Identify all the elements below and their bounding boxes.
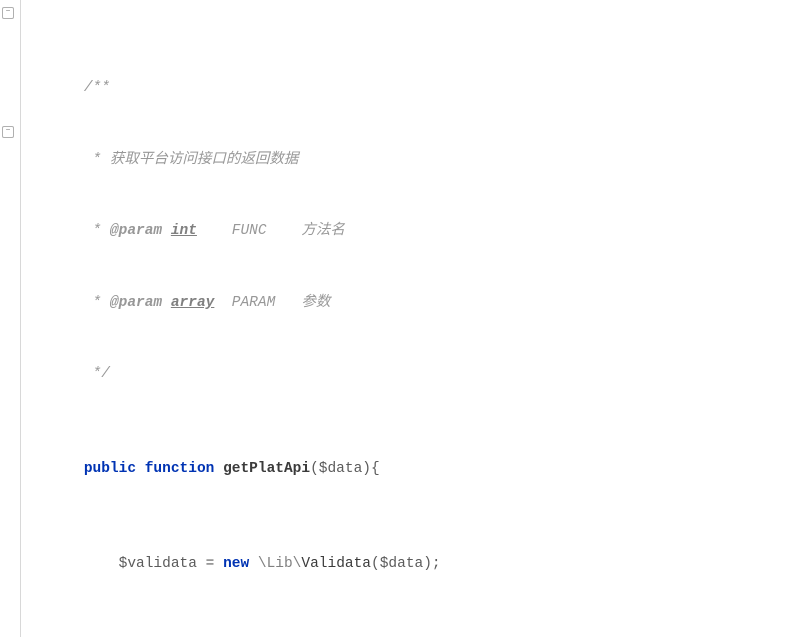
- code-area[interactable]: /** * 获取平台访问接口的返回数据 * @param int FUNC 方法…: [21, 0, 806, 637]
- code-line: * @param int FUNC 方法名: [21, 220, 806, 244]
- fold-icon[interactable]: −: [2, 126, 14, 138]
- code-line: public function getPlatApi($data){: [21, 458, 806, 482]
- fold-icon[interactable]: −: [2, 7, 14, 19]
- code-line: /**: [21, 77, 806, 101]
- gutter: − −: [0, 0, 21, 637]
- code-line: * @param array PARAM 参数: [21, 292, 806, 316]
- code-line: * 获取平台访问接口的返回数据: [21, 149, 806, 173]
- code-line: $validata = new \Lib\Validata($data);: [21, 553, 806, 577]
- code-line: */: [21, 363, 806, 387]
- code-editor[interactable]: − − /** * 获取平台访问接口的返回数据 * @param int FUN…: [0, 0, 806, 637]
